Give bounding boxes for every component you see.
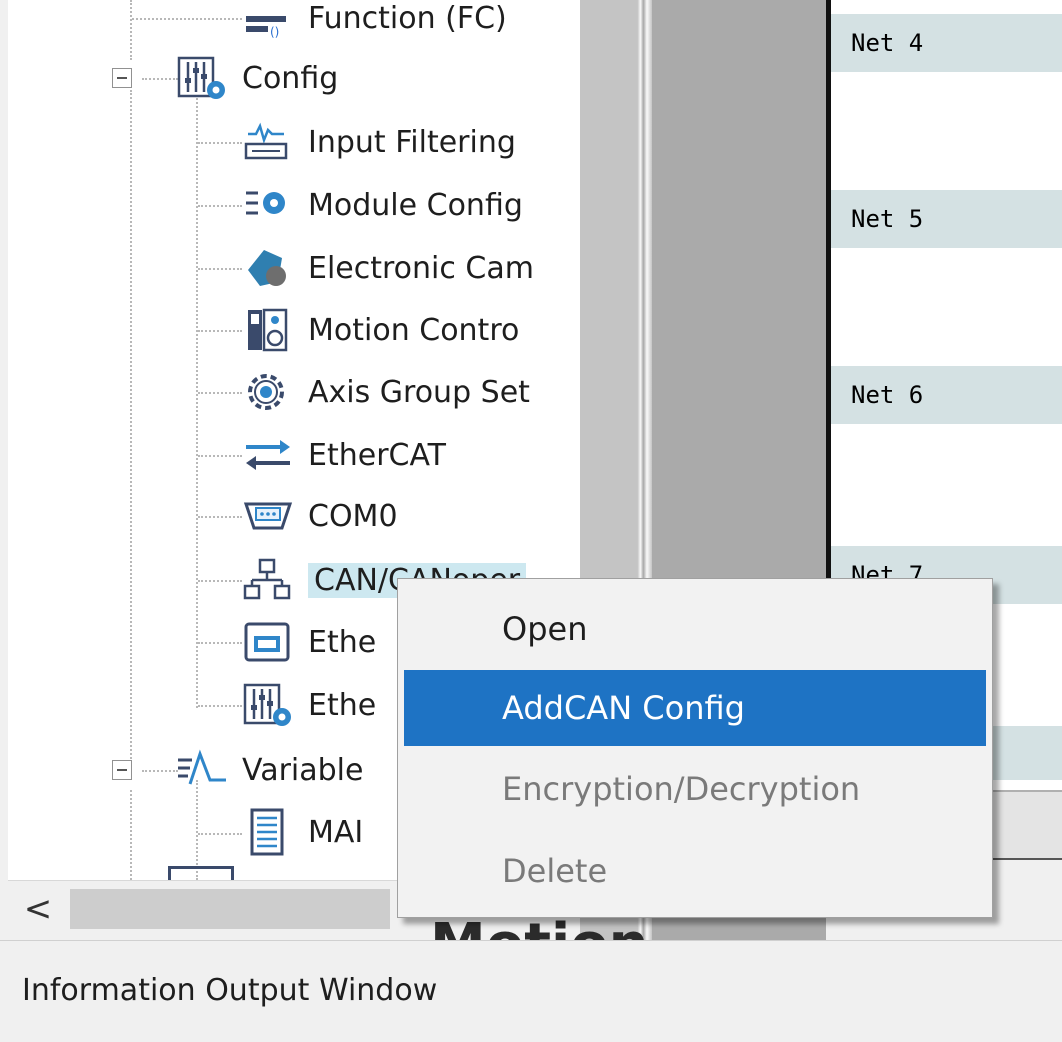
tree-item-label: Config (242, 60, 339, 96)
tree-item-label: COM0 (308, 498, 398, 534)
menu-item-open[interactable]: Open (404, 591, 986, 667)
tree-item-motion-control[interactable]: Motion Contro (242, 302, 525, 358)
net-header[interactable]: Net 6 (831, 366, 1062, 424)
menu-item-delete[interactable]: Delete (404, 833, 986, 909)
tree-connector-line (198, 580, 242, 582)
tree-item-module-config[interactable]: Module Config (242, 177, 529, 233)
document-icon (250, 808, 284, 856)
tree-item-label: Axis Group Set (308, 374, 530, 410)
tree-connector-line (142, 770, 178, 772)
tree-item-com0[interactable]: COM0 (242, 488, 404, 544)
tree-connector-line (132, 18, 242, 20)
ethernet-port-icon (244, 622, 290, 662)
tree-item-label: Ethe (308, 687, 377, 723)
tree-horizontal-scrollbar[interactable]: < (8, 880, 428, 937)
tree-item-ethernet[interactable]: Ethe (242, 614, 382, 670)
tree-item-label: Electronic Cam (308, 250, 534, 286)
tree-connector-line (130, 90, 132, 770)
tree-connector-line (142, 78, 178, 80)
net-header[interactable]: Net 5 (831, 190, 1062, 248)
tree-item-axis-group[interactable]: Axis Group Set (242, 364, 536, 420)
variable-wave-icon (178, 749, 226, 785)
tree-item-ethercat[interactable]: EtherCAT (242, 427, 452, 483)
tree-item-label: Function (FC) (308, 0, 507, 36)
tree-item-config[interactable]: Config (176, 50, 344, 106)
config-sliders-icon (243, 683, 291, 726)
axis-group-gear-icon (248, 374, 284, 410)
svg-text:(): () (270, 25, 279, 39)
output-window: Information Output Window (0, 940, 1062, 1042)
tree-connector-line (196, 98, 198, 708)
ethercat-arrows-icon (246, 440, 290, 470)
tree-connector-line (198, 205, 242, 207)
motion-control-icon (248, 308, 288, 352)
tree-connector-line (198, 392, 242, 394)
net-header[interactable]: Net 4 (831, 14, 1062, 72)
menu-item-add-can-config[interactable]: AddCAN Config (404, 670, 986, 746)
tree-item-main[interactable]: MAI (242, 804, 369, 860)
tree-connector-line (130, 0, 132, 60)
tree-connector-line (198, 142, 242, 144)
tree-connector-line (198, 455, 242, 457)
context-menu: Open AddCAN Config Encryption/Decryption… (397, 578, 993, 918)
tree-item-label: Ethe (308, 624, 377, 660)
input-filter-icon (244, 122, 288, 160)
tree-item-input-filtering[interactable]: Input Filtering (242, 114, 522, 170)
tree-item-label: Variable (242, 752, 364, 788)
tree-connector-line (198, 330, 242, 332)
tree-item-ethernet-config[interactable]: Ethe (242, 677, 382, 733)
tree-connector-line (198, 516, 242, 518)
menu-item-label: Encryption/Decryption (502, 770, 861, 808)
tree-connector-line (198, 833, 242, 835)
menu-item-label: AddCAN Config (502, 689, 745, 727)
config-sliders-icon (177, 56, 225, 99)
module-config-icon (246, 191, 285, 215)
tree-connector-line (198, 705, 242, 707)
tree-item-label: EtherCAT (308, 437, 446, 473)
scroll-left-arrow-icon[interactable]: < (18, 889, 58, 929)
tree-item-label: Motion Contro (308, 312, 520, 348)
tree-item-label: Input Filtering (308, 124, 516, 160)
tree-item-label: Module Config (308, 187, 523, 223)
output-window-title: Information Output Window (22, 973, 438, 1008)
tree-connector-line (198, 268, 242, 270)
tree-connector-line (130, 790, 132, 880)
serial-port-icon (243, 502, 293, 530)
tree-item-electronic-cam[interactable]: Electronic Cam (242, 240, 540, 296)
tree-item-label: MAI (308, 814, 364, 850)
config-collapse-toggle[interactable] (112, 68, 132, 88)
can-network-icon (243, 558, 291, 600)
electronic-cam-icon (248, 250, 286, 286)
variable-collapse-toggle[interactable] (112, 760, 132, 780)
menu-item-label: Delete (502, 852, 608, 890)
function-icon: () (246, 16, 286, 39)
tree-item-variable[interactable]: Variable (176, 742, 369, 798)
partial-tree-item (168, 866, 234, 880)
menu-item-label: Open (502, 610, 588, 648)
scrollbar-thumb[interactable] (70, 889, 390, 929)
tree-item-function-fc[interactable]: () Function (FC) (242, 0, 513, 46)
tree-connector-line (198, 642, 242, 644)
menu-item-encryption-decryption[interactable]: Encryption/Decryption (404, 751, 986, 827)
